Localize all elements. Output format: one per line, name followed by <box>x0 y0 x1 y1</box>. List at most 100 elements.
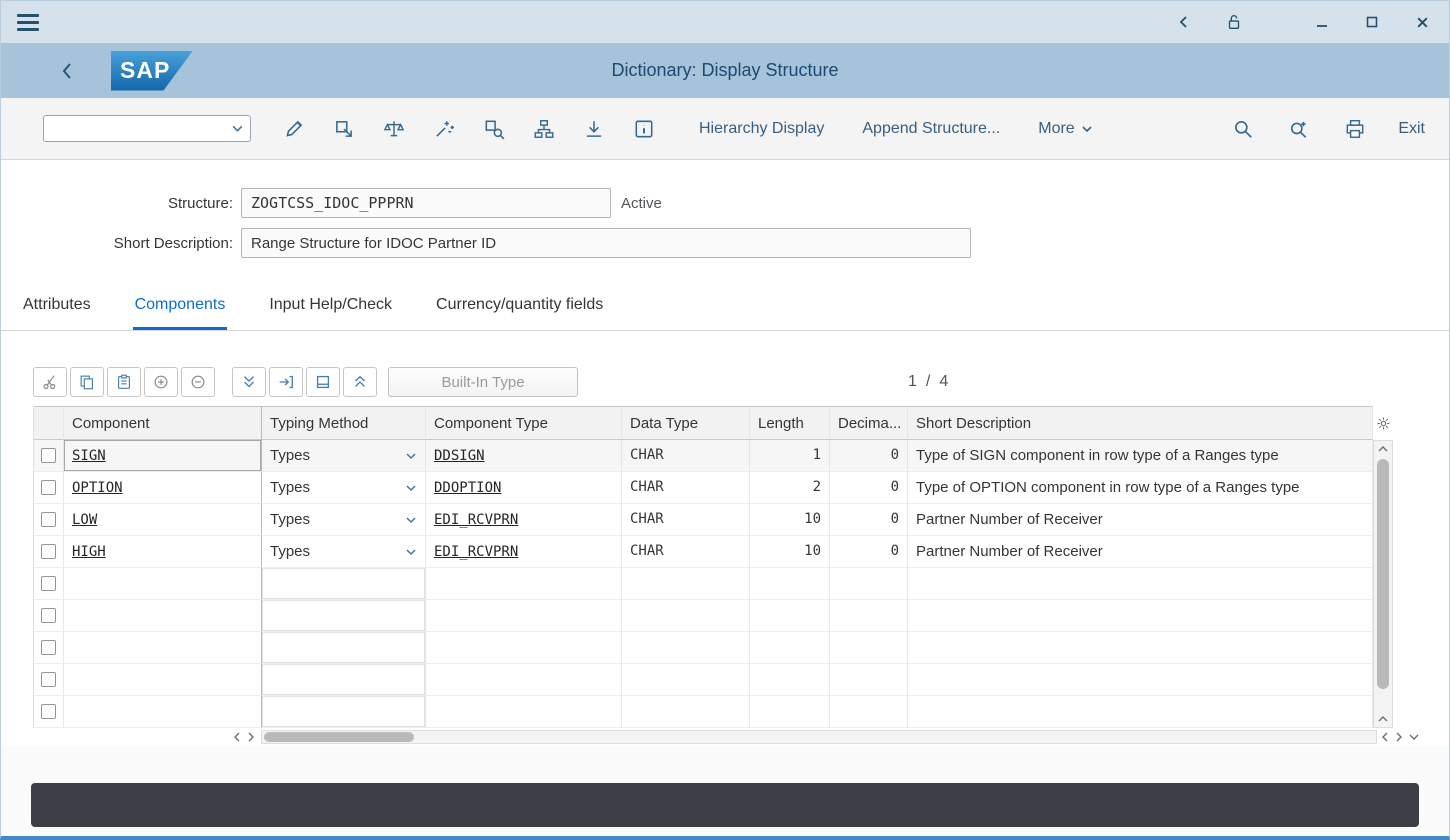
plus-circle-icon[interactable] <box>144 367 178 397</box>
hierarchy-display-button[interactable]: Hierarchy Display <box>699 120 824 138</box>
component-cell-empty[interactable] <box>64 600 262 632</box>
column-header-component[interactable]: Component <box>64 406 262 440</box>
horizontal-scroll-thumb[interactable] <box>264 732 414 742</box>
paste-icon[interactable] <box>107 367 141 397</box>
length-cell-empty[interactable] <box>750 632 830 664</box>
component-cell-empty[interactable] <box>64 696 262 728</box>
insert-row-icon[interactable] <box>269 367 303 397</box>
chevrons-down-icon[interactable] <box>232 367 266 397</box>
component-type-cell-empty[interactable] <box>426 600 622 632</box>
download-icon[interactable] <box>581 116 607 142</box>
component-type-link[interactable]: EDI_RCVPRN <box>434 544 518 560</box>
row-checkbox[interactable] <box>41 672 56 687</box>
column-header-length[interactable]: Length <box>750 406 830 440</box>
scroll-down-icon[interactable] <box>1409 732 1419 742</box>
search-plus-icon[interactable] <box>1286 116 1312 142</box>
minimize-icon[interactable] <box>1311 11 1333 33</box>
status-bar[interactable] <box>31 783 1419 827</box>
lock-icon[interactable] <box>1223 11 1245 33</box>
activate-icon[interactable] <box>431 116 457 142</box>
row-checkbox[interactable] <box>41 544 56 559</box>
column-header-short-description[interactable]: Short Description <box>908 406 1373 440</box>
component-type-cell-empty[interactable] <box>426 568 622 600</box>
typing-method-select[interactable] <box>262 664 426 696</box>
data-type-cell-empty[interactable] <box>622 568 750 600</box>
component-cell-empty[interactable] <box>64 632 262 664</box>
tab-components[interactable]: Components <box>133 284 228 330</box>
info-icon[interactable] <box>631 116 657 142</box>
component-link[interactable]: HIGH <box>72 544 106 560</box>
length-cell-empty[interactable] <box>750 664 830 696</box>
hierarchy-icon[interactable] <box>531 116 557 142</box>
more-button[interactable]: More <box>1038 120 1092 138</box>
display-change-icon[interactable] <box>281 116 307 142</box>
chevrons-up-icon[interactable] <box>343 367 377 397</box>
runtime-object-icon[interactable] <box>481 116 507 142</box>
decimals-cell-empty[interactable] <box>830 568 908 600</box>
row-checkbox[interactable] <box>41 704 56 719</box>
exit-button[interactable]: Exit <box>1398 120 1425 138</box>
length-cell[interactable]: 1 <box>750 440 830 472</box>
print-icon[interactable] <box>1342 116 1368 142</box>
length-cell[interactable]: 2 <box>750 472 830 504</box>
component-cell-empty[interactable] <box>64 664 262 696</box>
row-checkbox[interactable] <box>41 512 56 527</box>
component-link[interactable]: OPTION <box>72 480 123 496</box>
back-icon[interactable] <box>1173 11 1195 33</box>
vertical-scroll-thumb[interactable] <box>1377 459 1389 689</box>
data-type-cell[interactable]: CHAR <box>622 472 750 504</box>
minus-circle-icon[interactable] <box>181 367 215 397</box>
decimals-cell[interactable]: 0 <box>830 504 908 536</box>
chevron-down-icon[interactable] <box>231 122 244 135</box>
column-header-decimals[interactable]: Decima... <box>830 406 908 440</box>
horizontal-scrollbar[interactable] <box>261 730 1377 744</box>
short-description-field[interactable]: Range Structure for IDOC Partner ID <box>241 228 971 258</box>
decimals-cell-empty[interactable] <box>830 696 908 728</box>
length-cell-empty[interactable] <box>750 568 830 600</box>
typing-method-select[interactable]: Types <box>262 536 426 568</box>
decimals-cell[interactable]: 0 <box>830 440 908 472</box>
decimals-cell-empty[interactable] <box>830 664 908 696</box>
component-type-cell-empty[interactable] <box>426 696 622 728</box>
data-type-cell[interactable]: CHAR <box>622 504 750 536</box>
close-icon[interactable] <box>1411 11 1433 33</box>
data-type-cell-empty[interactable] <box>622 632 750 664</box>
vertical-scrollbar[interactable] <box>1373 440 1393 728</box>
built-in-type-button[interactable]: Built-In Type <box>388 367 578 397</box>
typing-method-select[interactable]: Types <box>262 440 426 472</box>
select-all-cell[interactable] <box>34 406 64 440</box>
length-cell-empty[interactable] <box>750 696 830 728</box>
length-cell-empty[interactable] <box>750 600 830 632</box>
scroll-right-icon[interactable] <box>1395 732 1403 742</box>
component-cell-empty[interactable] <box>64 568 262 600</box>
data-type-cell-empty[interactable] <box>622 600 750 632</box>
tab-currency-quantity-fields[interactable]: Currency/quantity fields <box>434 284 605 330</box>
component-type-link[interactable]: DDOPTION <box>434 480 501 496</box>
data-type-cell[interactable]: CHAR <box>622 440 750 472</box>
command-field[interactable] <box>43 115 251 142</box>
search-icon[interactable] <box>1230 116 1256 142</box>
row-checkbox[interactable] <box>41 608 56 623</box>
row-checkbox[interactable] <box>41 640 56 655</box>
tab-input-help-check[interactable]: Input Help/Check <box>267 284 394 330</box>
typing-method-select[interactable] <box>262 632 426 664</box>
component-link[interactable]: SIGN <box>72 448 106 464</box>
maximize-icon[interactable] <box>1361 11 1383 33</box>
other-object-icon[interactable] <box>331 116 357 142</box>
command-input[interactable] <box>50 121 231 137</box>
scroll-right-icon[interactable] <box>247 732 255 742</box>
copy-icon[interactable] <box>70 367 104 397</box>
column-header-data-type[interactable]: Data Type <box>622 406 750 440</box>
component-link[interactable]: LOW <box>72 512 97 528</box>
structure-name-field[interactable]: ZOGTCSS_IDOC_PPPRN <box>241 188 611 218</box>
check-icon[interactable] <box>381 116 407 142</box>
data-type-cell[interactable]: CHAR <box>622 536 750 568</box>
column-header-typing-method[interactable]: Typing Method <box>262 406 426 440</box>
append-structure-button[interactable]: Append Structure... <box>862 120 1000 138</box>
scroll-up-icon[interactable] <box>1374 441 1392 457</box>
component-type-link[interactable]: DDSIGN <box>434 448 485 464</box>
data-type-cell-empty[interactable] <box>622 664 750 696</box>
decimals-cell-empty[interactable] <box>830 632 908 664</box>
row-checkbox[interactable] <box>41 448 56 463</box>
typing-method-select[interactable]: Types <box>262 472 426 504</box>
